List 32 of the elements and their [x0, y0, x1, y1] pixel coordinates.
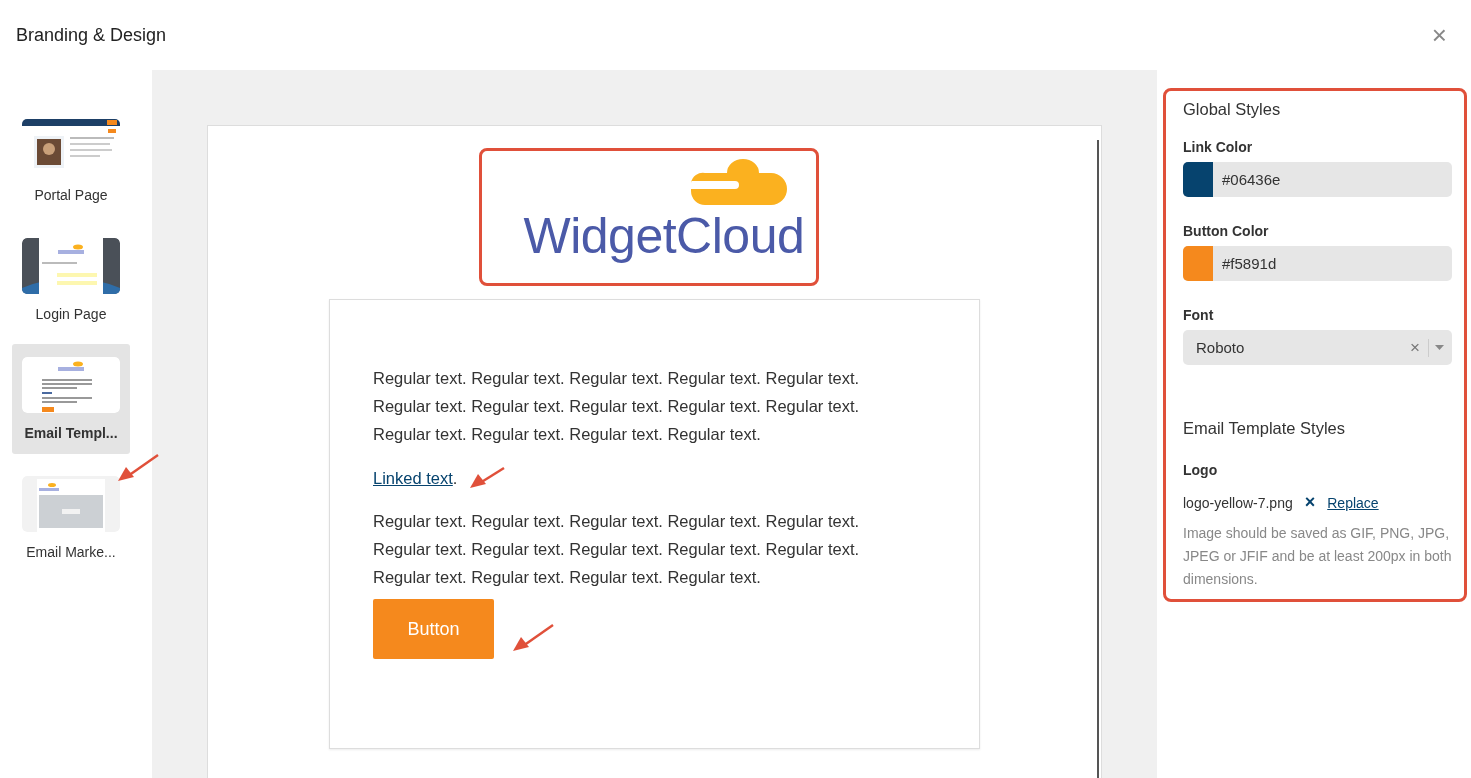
paragraph: Regular text. Regular text. Regular text. Regular text. Regular text. Regular text. Regular text. Regular text. Regular text. Regular text. Regular text. Regular text. Regular text. Regular text. — [373, 511, 861, 588]
color-swatch[interactable] — [1183, 246, 1213, 281]
color-field[interactable]: #06436e — [1183, 162, 1452, 197]
sidebar-item[interactable]: Portal Page — [12, 106, 130, 216]
annotation-arrow — [118, 455, 158, 481]
file-name: logo-yellow-7.png — [1183, 494, 1293, 511]
logo-text: WidgetCloud — [523, 211, 805, 261]
field-label: Button Color — [1183, 223, 1270, 239]
sidebar-item[interactable]: Email Templ... — [12, 344, 130, 454]
font-select[interactable]: Roboto × — [1183, 330, 1452, 365]
close-button[interactable]: × — [1427, 19, 1451, 51]
scrollbar[interactable] — [1097, 140, 1099, 778]
dropdown-caret-icon — [1435, 345, 1444, 350]
link-period: . — [452, 469, 458, 487]
replace-link[interactable]: Replace — [1327, 494, 1379, 511]
remove-button[interactable]: × — [1302, 492, 1318, 513]
paragraph: Regular text. Regular text. Regular text. Regular text. Regular text. Regular text. Regular text. Regular text. Regular text. Regular text. Regular text. Regular text. Regular text. Regular text. — [373, 368, 861, 445]
help-text: Image should be saved as GIF, PNG, JPG, JPEG or JFIF and be at least 200px in both dimensions. — [1183, 524, 1452, 589]
section-title: Global Styles — [1183, 100, 1282, 119]
clear-button[interactable]: × — [1404, 337, 1426, 358]
field-label: Logo — [1183, 462, 1219, 478]
link[interactable]: Linked text — [373, 469, 453, 487]
sidebar-item[interactable]: Login Page — [12, 225, 130, 335]
window-title: Branding & Design — [16, 24, 167, 46]
color-swatch[interactable] — [1183, 162, 1213, 197]
field-label: Font — [1183, 307, 1215, 323]
field-label: Link Color — [1183, 139, 1254, 155]
sidebar-item[interactable]: Email Marke... — [12, 463, 130, 573]
color-field[interactable]: #f5891d — [1183, 246, 1452, 281]
annotation-arrow — [470, 468, 504, 488]
section-title: Email Template Styles — [1183, 419, 1346, 438]
annotation-arrow — [513, 625, 553, 651]
